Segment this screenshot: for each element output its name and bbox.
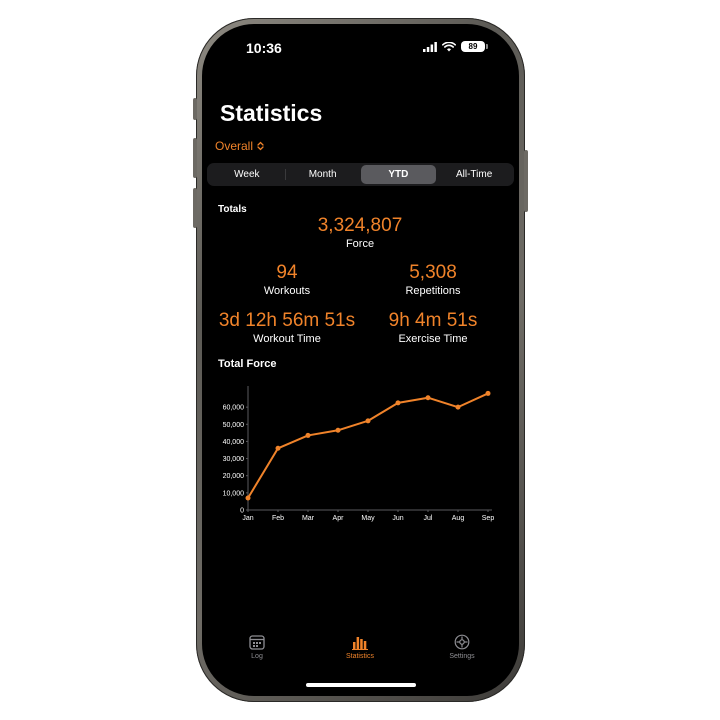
workout-time-value: 3d 12h 56m 51s	[218, 310, 356, 331]
stat-workout-time: 3d 12h 56m 51s Workout Time	[206, 310, 368, 346]
total-force-heading: Total Force	[218, 358, 277, 370]
repetitions-value: 5,308	[409, 262, 457, 283]
battery-indicator: 89	[461, 41, 488, 52]
x-tick-label: Feb	[272, 515, 284, 522]
y-tick-label: 50,000	[223, 422, 245, 429]
x-tick-label: May	[361, 515, 375, 522]
x-tick-label: Aug	[452, 515, 465, 522]
data-point-aug	[455, 404, 461, 410]
gear-icon	[454, 634, 470, 650]
dynamic-island	[320, 36, 402, 60]
tab-statistics-label: Statistics	[345, 653, 374, 660]
status-time: 10:36	[246, 40, 282, 56]
exercise-time-label: Exercise Time	[398, 333, 468, 345]
workouts-value: 94	[276, 262, 298, 283]
data-point-jan	[245, 495, 251, 501]
y-tick-label: 30,000	[223, 456, 245, 463]
data-point-mar	[305, 432, 311, 438]
status-icons: 89	[423, 41, 488, 52]
period-segmented-control: Week Month YTD All-Time	[207, 163, 514, 186]
y-tick-label: 40,000	[223, 439, 245, 446]
app-screen: 10:36 89 Statistics Overall Week Month Y…	[202, 24, 519, 696]
force-series-line	[247, 392, 489, 499]
y-tick-label: 0	[240, 508, 244, 515]
workout-time-label: Workout Time	[253, 333, 321, 345]
segment-ytd[interactable]: YTD	[360, 165, 437, 184]
tab-log-label: Log	[251, 653, 263, 660]
action-button	[193, 98, 197, 120]
data-point-apr	[335, 427, 341, 433]
stat-force: 3,324,807 Force	[260, 215, 460, 251]
bar-chart-icon	[352, 637, 368, 650]
stat-repetitions: 5,308 Repetitions	[362, 262, 504, 298]
force-line-chart: 0 10,000 20,000 30,000 40,000 50,000 60,000 Jan…	[223, 386, 495, 522]
calendar-icon	[249, 635, 265, 650]
x-tick-label: Jun	[392, 515, 403, 522]
y-tick-label: 10,000	[223, 490, 245, 497]
totals-heading: Totals	[218, 204, 247, 215]
stat-workouts: 94 Workouts	[216, 262, 358, 298]
force-label: Force	[345, 238, 375, 250]
x-tick-label: Apr	[333, 515, 345, 522]
repetitions-label: Repetitions	[405, 285, 461, 297]
segment-all-time[interactable]: All-Time	[436, 165, 512, 184]
chevron-up-down-icon	[257, 141, 264, 151]
workouts-label: Workouts	[263, 285, 311, 297]
overall-filter-dropdown[interactable]: Overall	[215, 139, 264, 153]
volume-up-button	[193, 138, 197, 178]
tab-statistics[interactable]: Statistics	[320, 634, 400, 660]
segment-week[interactable]: Week	[209, 165, 285, 184]
cellular-signal-icon	[423, 41, 437, 52]
data-point-jul	[425, 395, 431, 401]
force-value: 3,324,807	[317, 215, 403, 236]
data-point-feb	[275, 445, 281, 451]
data-point-may	[365, 418, 371, 424]
wifi-icon	[442, 41, 456, 51]
y-tick-label: 60,000	[223, 405, 245, 412]
y-tick-label: 20,000	[223, 473, 245, 480]
data-point-jun	[395, 400, 401, 406]
filter-label: Overall	[215, 139, 254, 153]
page-title: Statistics	[220, 100, 323, 126]
stat-exercise-time: 9h 4m 51s Exercise Time	[352, 310, 514, 346]
tab-log[interactable]: Log	[217, 634, 297, 660]
x-tick-label: Sep	[482, 515, 495, 522]
home-indicator	[306, 683, 416, 687]
x-tick-label: Jul	[424, 515, 433, 522]
total-force-chart: 0 10,000 20,000 30,000 40,000 50,000 60,000 Jan…	[216, 384, 506, 526]
volume-down-button	[193, 188, 197, 228]
data-point-sep	[485, 390, 491, 396]
exercise-time-value: 9h 4m 51s	[388, 310, 478, 331]
tab-settings-label: Settings	[449, 653, 475, 660]
x-tick-label: Jan	[242, 515, 253, 522]
tab-settings[interactable]: Settings	[422, 634, 502, 660]
tab-bar: Log Statistics Settings	[202, 634, 519, 674]
power-button	[524, 150, 528, 212]
x-tick-label: Mar	[302, 515, 315, 522]
segment-month[interactable]: Month	[284, 165, 361, 184]
